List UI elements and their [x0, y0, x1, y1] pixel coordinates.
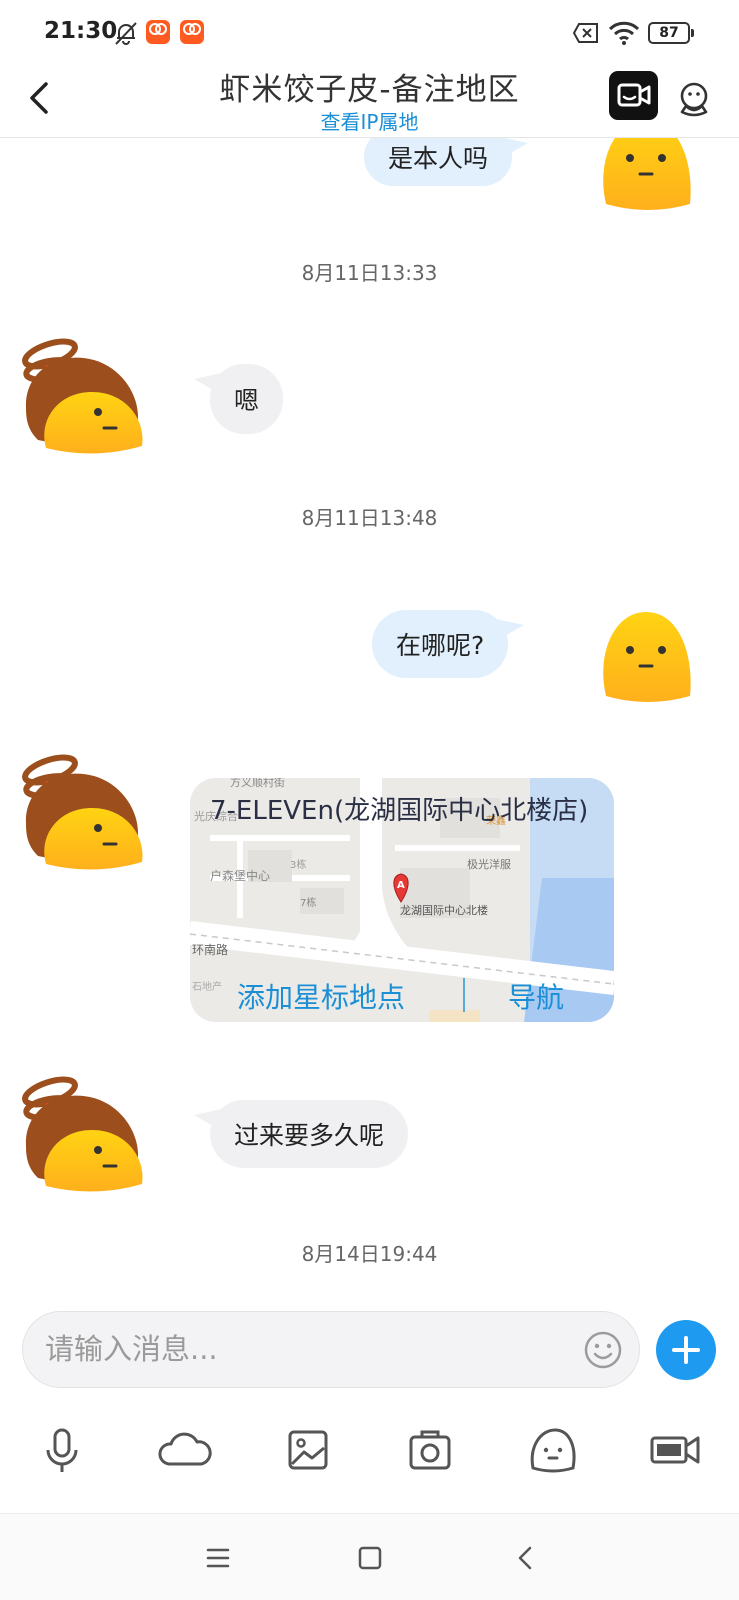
- navigate-button[interactable]: 导航: [508, 976, 564, 1016]
- image-icon[interactable]: [278, 1420, 338, 1480]
- map-label: 7栋: [300, 896, 316, 909]
- message-text: 嗯: [234, 386, 260, 415]
- contact-avatar[interactable]: [18, 330, 148, 460]
- sticker-icon[interactable]: [523, 1420, 583, 1480]
- profile-icon[interactable]: [674, 74, 714, 118]
- home-icon[interactable]: [348, 1536, 392, 1580]
- message-input-box: [22, 1311, 640, 1388]
- map-marker-label: A: [397, 880, 405, 891]
- composer-toolbar: [0, 1420, 739, 1496]
- map-label: 方义顺村街: [230, 778, 285, 789]
- status-bar: 21:30 87: [0, 0, 739, 64]
- contact-avatar[interactable]: [18, 746, 148, 876]
- self-avatar[interactable]: [584, 584, 714, 714]
- map-label: 户森堡中心: [210, 868, 270, 883]
- map-label: 极光洋服: [467, 857, 511, 871]
- battery-icon: 87: [648, 22, 694, 44]
- message-input[interactable]: [45, 1324, 565, 1374]
- back-icon[interactable]: [504, 1536, 548, 1580]
- message-text: 是本人吗: [388, 144, 489, 173]
- system-nav-bar: [0, 1514, 739, 1600]
- plus-icon: [672, 1336, 700, 1364]
- location-title: 7-ELEVEn(龙湖国际中心北楼店): [210, 796, 589, 826]
- back-arrow-icon[interactable]: [20, 74, 60, 122]
- message-text: 过来要多久呢: [234, 1121, 385, 1150]
- message-bubble-incoming[interactable]: 过来要多久呢: [210, 1100, 409, 1168]
- app-badge-icon: [180, 20, 204, 44]
- map-label: 环南路: [192, 942, 228, 957]
- chat-header: 虾米饺子皮-备注地区 查看IP属地: [0, 64, 739, 138]
- contact-avatar[interactable]: [18, 1068, 148, 1198]
- message-bubble-incoming[interactable]: 嗯: [210, 364, 284, 434]
- map-label: 龙湖国际中心北楼: [400, 903, 488, 917]
- bell-off-icon: [115, 22, 137, 45]
- video-call-icon[interactable]: [609, 71, 658, 120]
- message-timestamp: 8月11日13:33: [301, 261, 438, 285]
- add-button[interactable]: [656, 1320, 716, 1380]
- message-bubble-outgoing[interactable]: 在哪呢?: [372, 610, 509, 678]
- location-card[interactable]: 方义顺村街 光庆综合 户森堡中心 3栋 7栋 极光洋服 龙湖国际中心北楼 环南路…: [190, 778, 614, 1022]
- app-badge-icon: [146, 20, 170, 44]
- divider: [463, 978, 465, 1012]
- gif-icon[interactable]: [646, 1420, 706, 1480]
- emoji-icon[interactable]: [583, 1330, 623, 1370]
- microphone-icon[interactable]: [32, 1420, 92, 1480]
- message-text: 在哪呢?: [396, 631, 485, 660]
- menu-icon[interactable]: [196, 1536, 240, 1580]
- camera-icon[interactable]: [400, 1420, 460, 1480]
- add-star-location-button[interactable]: 添加星标地点: [237, 976, 405, 1016]
- status-time: 21:30: [44, 18, 118, 44]
- wifi-icon: [608, 21, 640, 45]
- cloud-icon[interactable]: [155, 1420, 215, 1480]
- sim-off-icon: [573, 23, 598, 43]
- location-actions: 添加星标地点 导航: [190, 970, 614, 1022]
- map-label: 3栋: [290, 858, 306, 871]
- message-timestamp: 8月14日19:44: [301, 1242, 438, 1266]
- message-timestamp: 8月11日13:48: [301, 506, 438, 530]
